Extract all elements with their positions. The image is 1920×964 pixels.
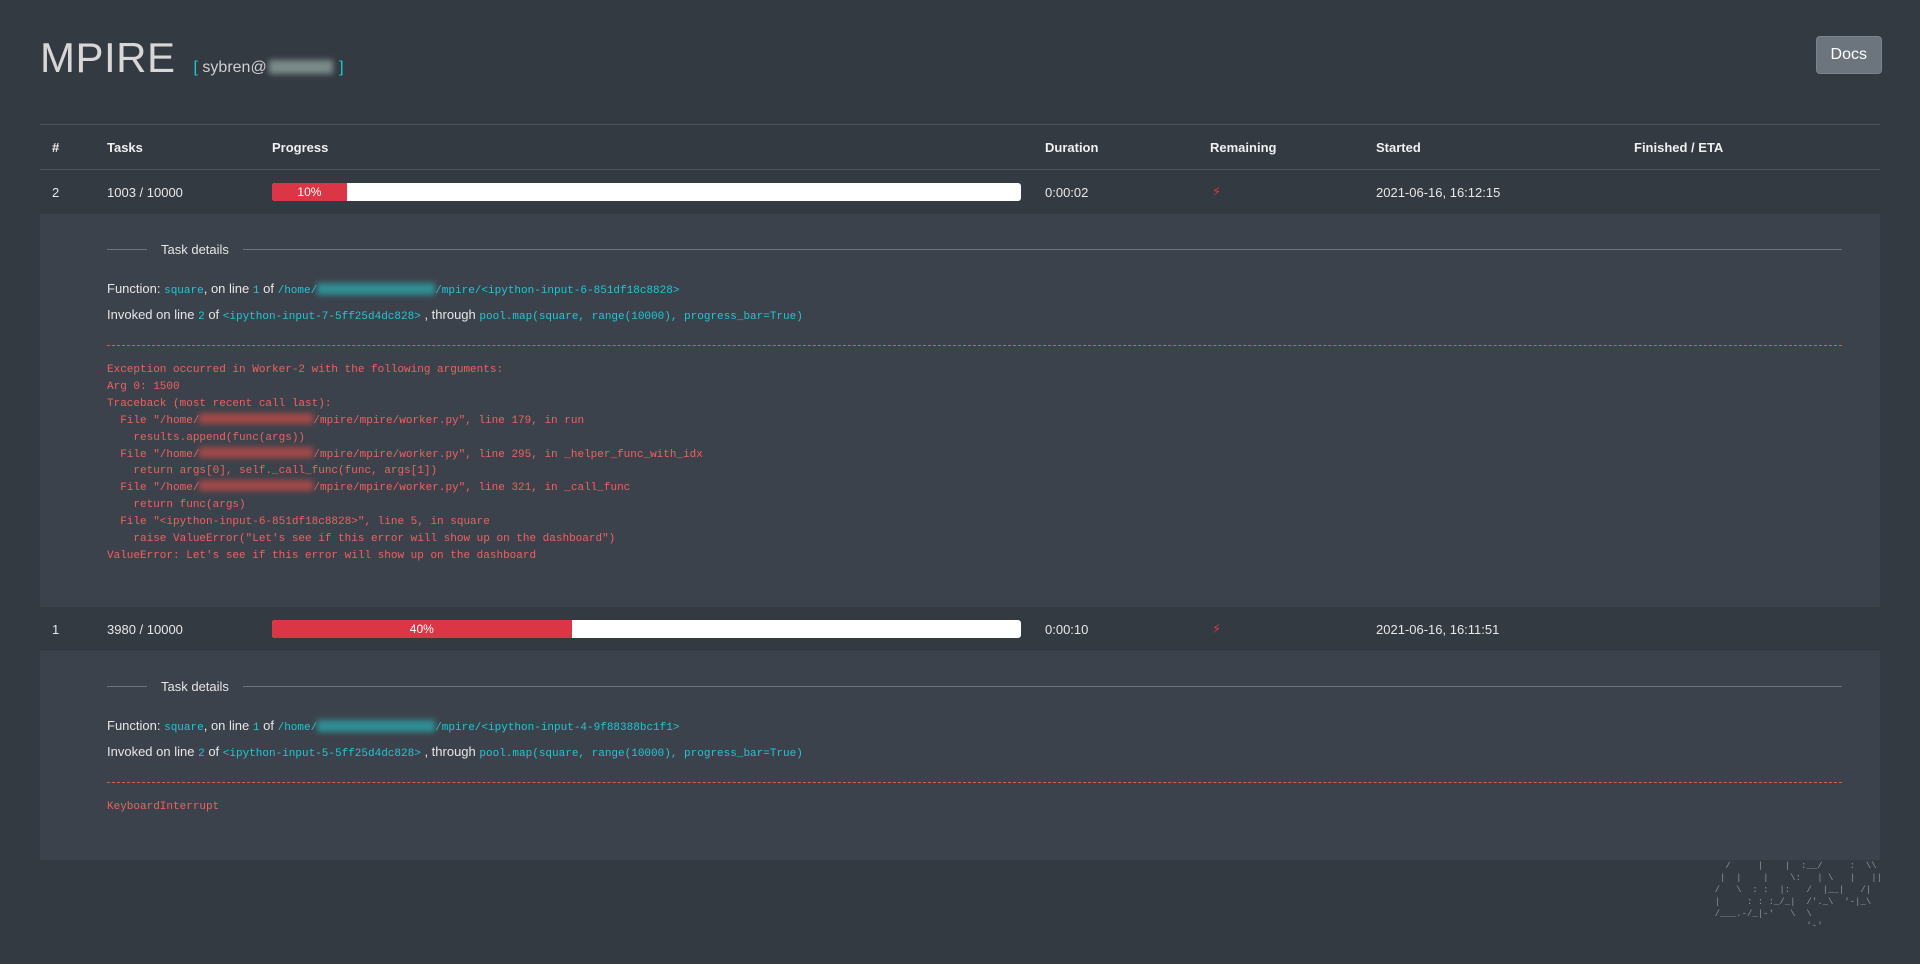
job-tasks: 1003 / 10000 — [107, 184, 183, 200]
job-id: 1 — [52, 621, 60, 637]
col-remaining-header: Remaining — [1210, 139, 1277, 155]
col-progress-header: Progress — [272, 139, 329, 155]
job-started: 2021-06-16, 16:11:51 — [1376, 621, 1500, 637]
job-duration: 0:00:02 — [1045, 184, 1089, 200]
function-path: /home//mpire/<ipython-input-4-9f88388bc1… — [277, 720, 680, 734]
through-label: , through — [424, 744, 476, 759]
function-info: Function: square, on line 1 of /home//mp… — [107, 277, 1842, 303]
of-label: of — [263, 718, 274, 733]
function-label: Function: — [107, 281, 161, 296]
function-info: Function: square, on line 1 of /home//mp… — [107, 714, 1842, 740]
task-details-title: Task details — [161, 241, 229, 257]
legend-divider — [242, 248, 1842, 250]
jobs-table: # Tasks Progress Duration Remaining Star… — [40, 124, 1880, 860]
user-info: [ sybren@ ] — [194, 59, 344, 77]
invoked-label: Invoked on line — [107, 744, 195, 759]
lightning-icon: ⚡︎ — [1212, 184, 1222, 199]
progress-bar: 10% — [272, 183, 1021, 201]
legend-divider — [107, 248, 147, 250]
through-label: , through — [424, 307, 476, 322]
invoked-line: 2 — [198, 748, 205, 760]
job-started: 2021-06-16, 16:12:15 — [1376, 184, 1501, 200]
progress-bar: 40% — [272, 620, 1021, 638]
table-header: # Tasks Progress Duration Remaining Star… — [40, 124, 1880, 170]
of-label: of — [263, 281, 274, 296]
function-name: square — [164, 285, 204, 297]
function-label: Function: — [107, 718, 161, 733]
task-details-legend: Task details — [107, 239, 1842, 259]
function-name: square — [164, 722, 204, 734]
invoked-file: <ipython-input-7-5ff25d4dc828> — [222, 311, 421, 323]
table-row[interactable]: 2 1003 / 10000 10% 0:00:02 ⚡︎ 2021-06-16… — [40, 170, 1880, 215]
on-line-label: , on line — [203, 281, 250, 296]
invoked-file: <ipython-input-5-5ff25d4dc828> — [222, 748, 421, 760]
col-finished-header: Finished / ETA — [1634, 139, 1724, 155]
legend-divider — [242, 685, 1842, 687]
invoked-info: Invoked on line 2 of <ipython-input-7-5f… — [107, 303, 1842, 329]
job-progress: 40% — [272, 620, 1045, 638]
docs-button[interactable]: Docs — [1815, 36, 1882, 74]
function-line: 1 — [252, 285, 260, 297]
user-name: sybren@ — [202, 59, 267, 76]
error-traceback: Exception occurred in Worker-2 with the … — [107, 364, 703, 562]
user-bracket-close: ] — [339, 59, 344, 76]
user-bracket-open: [ — [193, 59, 198, 76]
col-tasks-header: Tasks — [107, 139, 143, 155]
function-path: /home//mpire/<ipython-input-6-851df18c88… — [277, 283, 680, 297]
header: MPIRE [ sybren@ ] — [40, 34, 344, 82]
error-message: KeyboardInterrupt — [107, 801, 220, 813]
lightning-icon: ⚡︎ — [1212, 621, 1222, 636]
task-details-legend: Task details — [107, 676, 1842, 696]
task-details: Task details Function: square, on line 1… — [40, 215, 1880, 606]
progress-fill: 40% — [272, 620, 572, 638]
invoked-of-label: of — [208, 744, 220, 759]
task-details: Task details Function: square, on line 1… — [40, 652, 1880, 860]
app-title: MPIRE — [40, 34, 176, 81]
col-duration-header: Duration — [1045, 139, 1099, 155]
job-duration: 0:00:10 — [1045, 621, 1089, 637]
table-row[interactable]: 1 3980 / 10000 40% 0:00:10 ⚡︎ 2021-06-16… — [40, 606, 1880, 652]
task-details-title: Task details — [161, 678, 229, 694]
invoked-info: Invoked on line 2 of <ipython-input-5-5f… — [107, 740, 1842, 766]
col-started-header: Started — [1376, 139, 1421, 155]
job-progress: 10% — [272, 183, 1045, 201]
progress-fill: 10% — [272, 183, 347, 201]
invoked-line: 2 — [198, 311, 205, 323]
redacted-host — [268, 60, 333, 74]
invoked-label: Invoked on line — [107, 307, 195, 322]
job-tasks: 3980 / 10000 — [107, 621, 183, 637]
on-line-label: , on line — [203, 718, 250, 733]
col-id-header: # — [52, 139, 60, 155]
job-id: 2 — [52, 184, 60, 200]
job-remaining: ⚡︎ — [1210, 621, 1376, 637]
legend-divider — [107, 685, 147, 687]
through-code: pool.map(square, range(10000), progress_… — [479, 748, 803, 760]
error-divider — [107, 782, 1842, 783]
function-line: 1 — [252, 722, 260, 734]
through-code: pool.map(square, range(10000), progress_… — [479, 311, 803, 323]
job-remaining: ⚡︎ — [1210, 184, 1376, 200]
invoked-of-label: of — [208, 307, 220, 322]
mpire-ascii-logo: / | | :__/ : \\ | | | \: | \ | || / \ : … — [1714, 861, 1882, 931]
error-divider — [107, 345, 1842, 346]
